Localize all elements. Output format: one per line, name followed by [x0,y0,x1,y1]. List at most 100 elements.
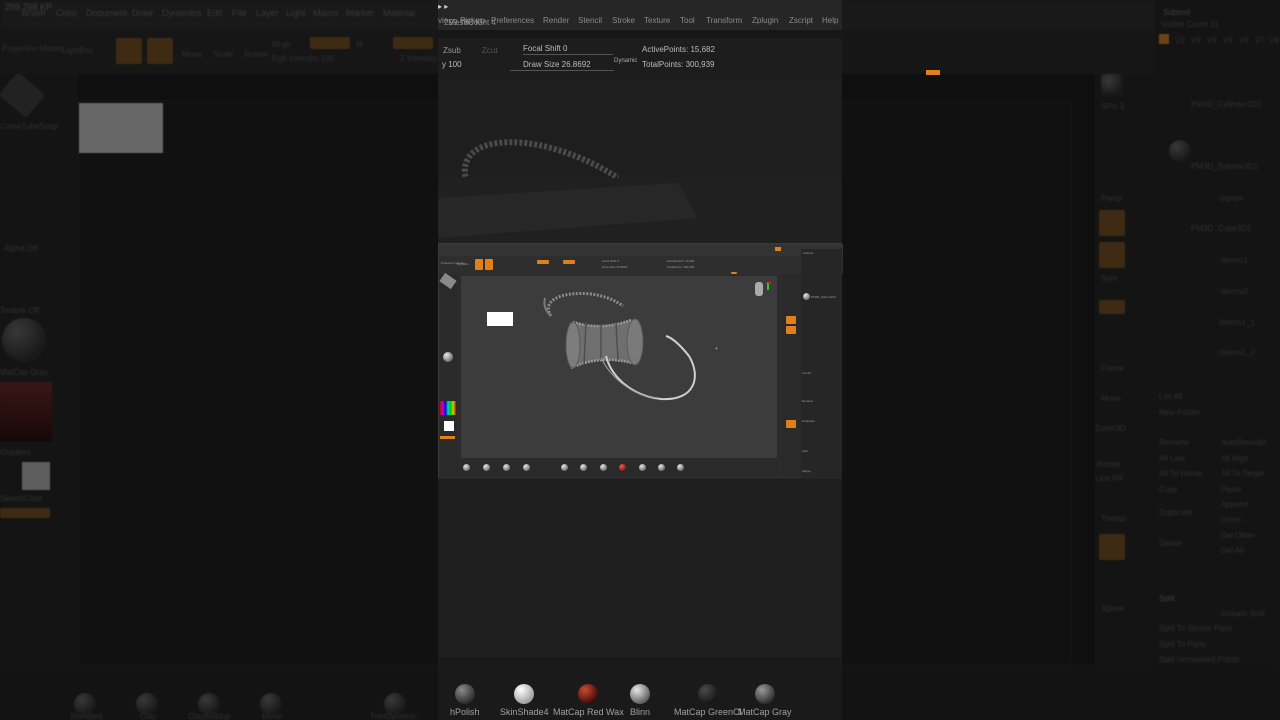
menu-dynamics[interactable]: Dynamics [162,8,202,18]
mrgb-button[interactable]: Mrgb [272,40,290,49]
inner-subtool-item[interactable]: PM3D_Sphere3D1 [811,295,836,299]
v4-button[interactable]: V4 [1207,36,1217,45]
solo-button[interactable] [1099,534,1125,560]
projection-master-label[interactable]: Projection Master [2,44,64,53]
frame-button[interactable]: Frame [1101,364,1124,373]
texture-label[interactable]: Texture Off [0,306,39,315]
canvas-thumbnail[interactable] [79,103,163,153]
inner-split[interactable]: Split [802,449,808,453]
color-picker[interactable] [0,382,52,442]
all-low-button[interactable]: All Low [1159,454,1185,463]
menu-preferences[interactable]: Preferences [491,16,534,25]
subtool-item[interactable]: PM3D_Cube3D1 [1191,224,1251,233]
inner-focal-shift[interactable]: Focal Shift 0 [602,259,619,263]
duplicate-button[interactable]: Duplicate [1159,508,1192,517]
groups-split-button[interactable]: Groups Split [1221,609,1265,618]
inner-material-ball[interactable] [677,464,684,471]
inner-thumbnail[interactable] [487,312,513,326]
split-unmasked-button[interactable]: Split Unmasked Points [1159,655,1239,664]
v3-button[interactable]: V3 [1191,36,1201,45]
brush-trimdynamic-label[interactable]: TrimDynamic [370,712,417,720]
inner-brush-ball[interactable] [523,464,530,471]
menu-light[interactable]: Light [286,8,306,18]
subtool-item[interactable]: PM3D_Cylinder3D1 [1191,100,1262,109]
menu-transform[interactable]: Transform [706,16,742,25]
rgb-button[interactable] [310,37,350,49]
persp-button[interactable]: Persp [1101,194,1122,203]
dynamic-button[interactable]: Dynamic [614,58,637,64]
inner-viewport[interactable]: + [461,276,777,458]
line-fill-button[interactable]: Line Fill [1095,474,1123,483]
inner-material-ball[interactable] [658,464,665,471]
inner-brush-ball[interactable] [463,464,470,471]
move-button[interactable]: Move [182,50,202,59]
insert-button[interactable]: Insert [1221,515,1241,524]
zoom3d-button[interactable]: Zoom3D [1095,424,1126,433]
z-intensity-value[interactable]: y 100 [442,60,462,69]
inner-brush-icon[interactable] [439,272,457,290]
rotate-button[interactable]: Rotate [244,50,268,59]
inner-brush-ball[interactable] [503,464,510,471]
floor-button[interactable] [1099,210,1125,236]
menu-help[interactable]: Help [822,16,838,25]
v8-button[interactable]: V8 [1269,36,1279,45]
move-view-button[interactable]: Move [1101,394,1121,403]
inner-floor-button[interactable] [786,316,796,324]
all-high-button[interactable]: All High [1221,454,1249,463]
inner-subtool-thumb[interactable] [803,293,810,300]
all-to-home-button[interactable]: All To Home [1159,469,1202,478]
menu-material[interactable]: Material [383,8,415,18]
subtool-thumbnail[interactable] [1169,140,1191,162]
brush-standard-label[interactable]: Standard [70,712,102,720]
menu-picker[interactable]: Picker [460,16,482,25]
brush-thumbnail[interactable] [0,71,46,119]
rgb-intensity-slider[interactable]: Rgb Intensity 100 [272,54,334,63]
edit-button[interactable] [116,38,142,64]
gradient-label[interactable]: Gradient [0,448,31,457]
copy-button[interactable]: Copy [1159,485,1178,494]
material-greencl[interactable]: MatCap GreenCl [674,684,742,717]
inner-color-picker[interactable] [440,401,456,415]
new-folder-button[interactable]: New Folder [1159,408,1200,417]
menu-render[interactable]: Render [543,16,569,25]
xpose-button[interactable]: Xpose [1101,604,1124,613]
split-similar-button[interactable]: Split To Similar Parts [1159,624,1233,633]
m-button[interactable]: M [356,40,363,49]
inner-brush-ball[interactable] [483,464,490,471]
inner-nav-figure[interactable] [755,282,763,296]
inner-lightbox-button[interactable]: LightBox [457,262,469,266]
zcut-button[interactable]: Zcut [482,46,498,55]
v7-button[interactable]: V7 [1255,36,1265,45]
subtool-item[interactable]: demru1_1 [1219,318,1255,327]
del-all-button[interactable]: Del All [1221,546,1244,555]
menu-zplugin[interactable]: Zplugin [752,16,778,25]
menu-zscript[interactable]: Zscript [789,16,813,25]
material-blinn[interactable]: Blinn [630,684,650,717]
menu-brush[interactable]: Brush [22,8,46,18]
material-skinshade4[interactable]: SkinShade4 [500,684,549,717]
material-gray[interactable]: MatCap Gray [738,684,792,717]
inner-material-ball[interactable] [580,464,587,471]
menu-vie[interactable]: vie [438,16,448,25]
inner-local-button[interactable] [786,326,796,334]
secondary-color-swatch[interactable] [22,462,50,490]
brush-move-label[interactable]: Move [262,712,282,720]
brush-clay-label[interactable]: Clay [140,712,156,720]
gxyz-button[interactable] [1099,300,1125,314]
menu-file[interactable]: File [232,8,247,18]
inner-zadd-button[interactable] [563,260,575,264]
menu-texture[interactable]: Texture [644,16,670,25]
zadd-button[interactable] [393,37,433,49]
visible-count[interactable]: Visible Count 11 [1161,20,1219,29]
inner-merge[interactable]: Merge [802,469,811,473]
all-to-target-button[interactable]: All To Target [1221,469,1265,478]
v1-button[interactable] [1159,34,1169,44]
inner-color-swatch[interactable] [444,421,454,431]
brush-claybuildup-label[interactable]: ClayBuildup [188,712,231,720]
draw-size-slider[interactable]: Draw Size 26.8692 [523,60,591,69]
del-other-button[interactable]: Del Other [1221,531,1255,540]
menu-tool[interactable]: Tool [680,16,695,25]
inner-draw-size[interactable]: Draw Size 26.8692 [602,265,627,269]
append-button[interactable]: Append [1221,500,1249,509]
inner-material-ball[interactable] [600,464,607,471]
